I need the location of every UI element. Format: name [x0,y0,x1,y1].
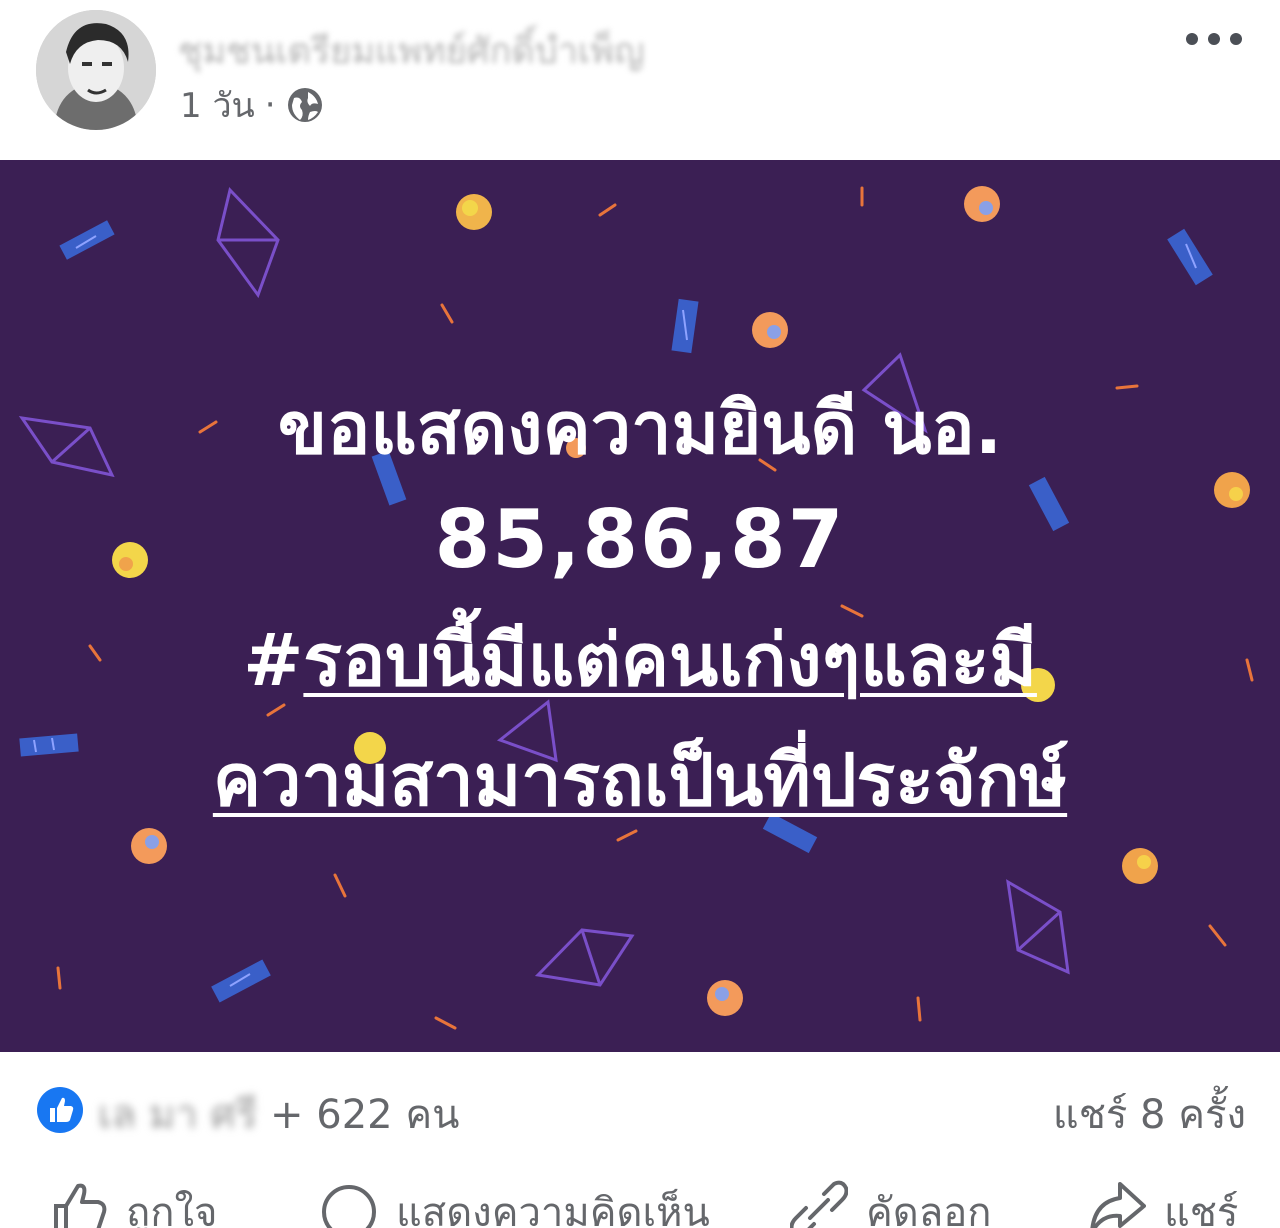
like-button[interactable]: ถูกใจ [50,1180,217,1228]
banner-line-hashtag-cont[interactable]: ความสามารถเป็นที่ประจักษ์ [0,735,1280,825]
meta-separator: · [264,85,276,125]
hashtag-text-cont[interactable]: ความสามารถเป็นที่ประจักษ์ [213,738,1067,822]
comment-bubble-icon [322,1185,376,1228]
share-label: แชร์ [1164,1190,1239,1228]
author-name[interactable]: ชุมชนเตรียมแพทย์ศักดิ์บำเพ็ญ [178,22,645,79]
thumbs-up-icon [54,1183,107,1228]
globe-icon [287,88,322,122]
hashtag-text[interactable]: รอบนี้มีแต่คนเก่งๆและมี [303,618,1037,702]
banner-text: ขอแสดงความยินดี นอ. 85,86,87 #รอบนี้มีแต… [0,160,1280,1052]
share-count[interactable]: แชร์ 8 ครั้ง [1053,1082,1246,1146]
copy-label: คัดลอก [866,1190,992,1228]
share-arrow-icon [1090,1182,1146,1228]
post-header: ชุมชนเตรียมแพทย์ศักดิ์บำเพ็ญ 1 วัน · [0,0,1280,158]
comment-label: แสดงความคิดเห็น [396,1190,710,1228]
link-icon [790,1180,848,1228]
like-label: ถูกใจ [126,1190,218,1228]
hashtag-symbol: # [243,618,304,702]
banner-line-numbers: 85,86,87 [434,493,846,586]
author-avatar[interactable] [36,10,156,130]
more-dots-icon[interactable] [1184,24,1244,54]
banner-line-hashtag[interactable]: #รอบนี้มีแต่คนเก่งๆและมี [0,615,1280,705]
reactors-summary[interactable]: เล มา ศรี + 622 คน [98,1082,459,1146]
reactors-count: + 622 คน [270,1092,460,1138]
copy-link-button[interactable]: คัดลอก [790,1180,992,1228]
avatar-image [36,10,156,130]
share-button[interactable]: แชร์ [1088,1180,1238,1228]
post-meta: 1 วัน · [180,78,324,132]
reaction-stats-bar: เล มา ศรี + 622 คน แชร์ 8 ครั้ง [0,1052,1280,1172]
post-image-banner[interactable]: ขอแสดงความยินดี นอ. 85,86,87 #รอบนี้มีแต… [0,160,1280,1052]
post-actions-bar: ถูกใจ แสดงความคิดเห็น คัดลอก แชร์ [0,1172,1280,1228]
reactors-names: เล มา ศรี [98,1092,258,1138]
like-reaction-icon[interactable] [36,1086,84,1134]
comment-button[interactable]: แสดงความคิดเห็น [320,1180,710,1228]
banner-line-congrats: ขอแสดงความยินดี นอ. [277,386,1003,470]
post-time[interactable]: 1 วัน [180,78,255,132]
